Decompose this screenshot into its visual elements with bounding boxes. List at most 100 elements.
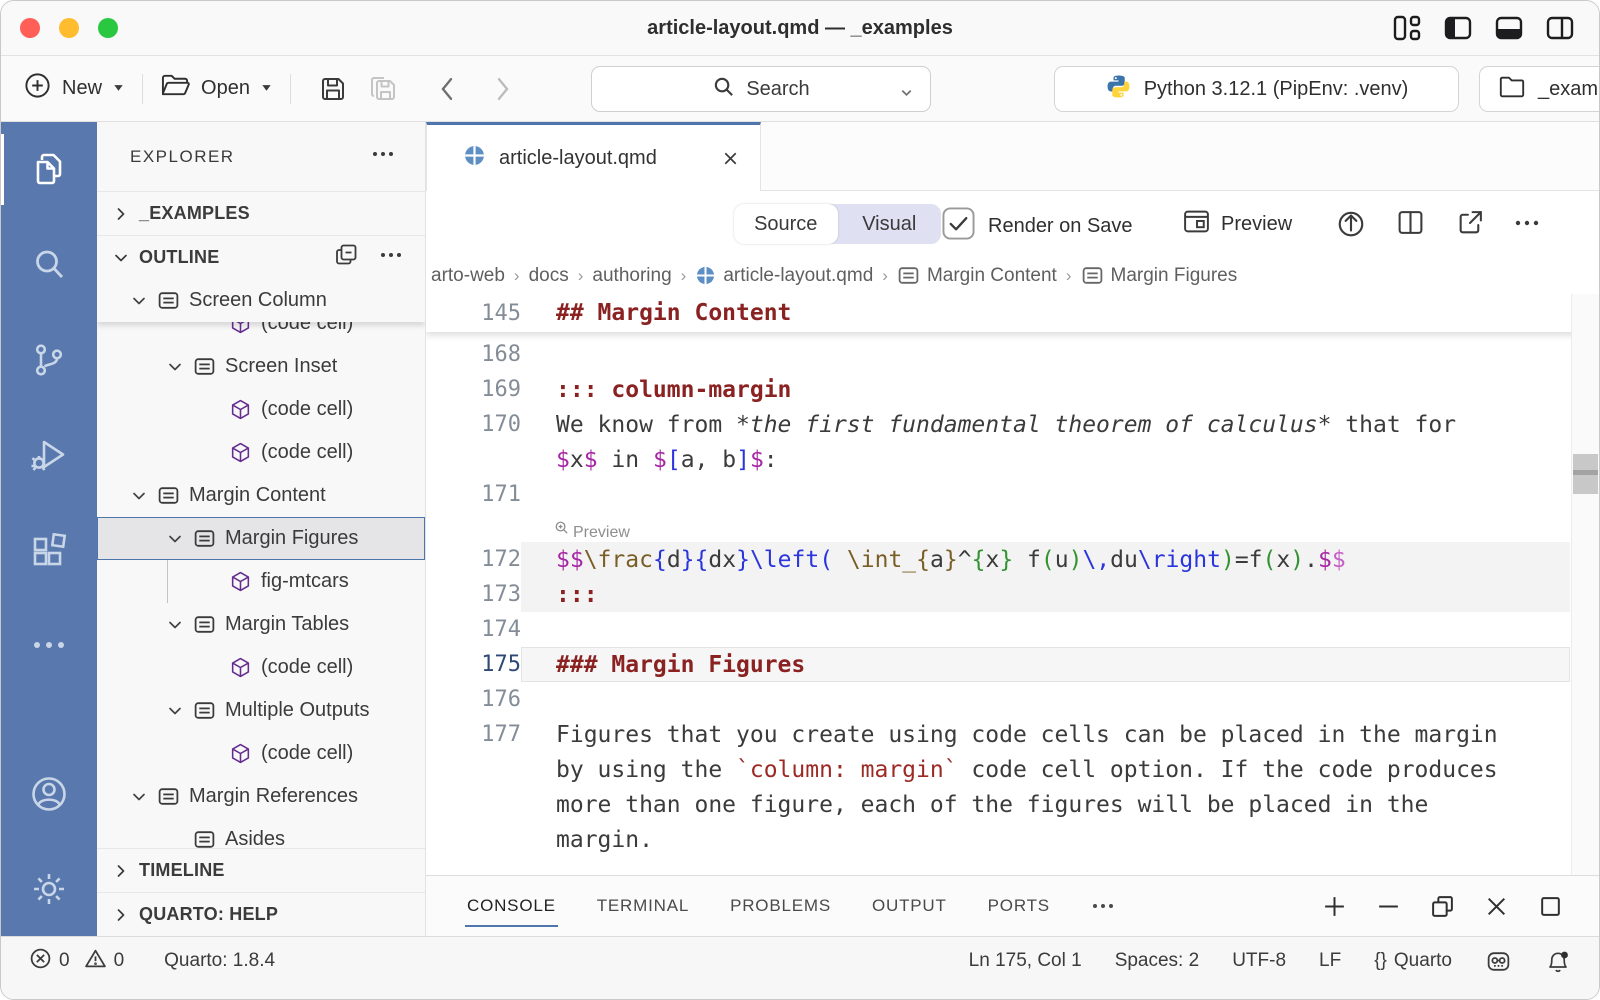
line-content[interactable]: by using the `column: margin` code cell …	[521, 752, 1570, 787]
line-content[interactable]: more than one figure, each of the figure…	[521, 787, 1570, 822]
outline-item-code-cell[interactable]: (code cell)	[97, 431, 425, 474]
outline-item-code-cell[interactable]: (code cell)	[97, 388, 425, 431]
settings-gear-icon[interactable]	[1, 841, 97, 936]
outline-item-fig-mtcars[interactable]: fig-mtcars	[97, 560, 425, 603]
outline-item-margin-references[interactable]: Margin References	[97, 775, 425, 818]
code-line-wrap[interactable]: margin.	[426, 822, 1599, 857]
line-content[interactable]: $$\frac{d}{dx}\left( \int_{a}^{x} f(u)\,…	[521, 542, 1570, 577]
outline-item-code-cell[interactable]: (code cell)	[97, 322, 425, 345]
tab-article-layout[interactable]: article-layout.qmd	[426, 122, 761, 191]
code-line-145[interactable]: 145## Margin Content	[426, 294, 820, 332]
sidebar-section-quarto-help[interactable]: QUARTO: HELP	[97, 892, 425, 936]
search-input[interactable]: Search	[591, 66, 931, 112]
panel-restore-icon[interactable]	[1430, 894, 1455, 919]
new-button[interactable]: New	[23, 71, 125, 106]
line-content[interactable]: $x$ in $[a, b]$:	[521, 442, 1570, 477]
back-icon[interactable]	[438, 74, 456, 104]
outline-item-margin-content[interactable]: Margin Content	[97, 474, 425, 517]
minimize-window-button[interactable]	[59, 18, 79, 38]
panel-close-icon[interactable]	[1484, 894, 1509, 919]
breadcrumb-item-docs[interactable]: docs	[529, 265, 569, 287]
chevron-down-icon[interactable]	[121, 789, 157, 805]
outline-item-multiple-outputs[interactable]: Multiple Outputs	[97, 689, 425, 732]
render-on-save-control[interactable]: Render on Save	[942, 207, 1133, 246]
sidebar-section-outline[interactable]: OUTLINE	[97, 235, 425, 279]
line-content[interactable]: We know from *the first fundamental theo…	[521, 407, 1570, 442]
line-content[interactable]	[521, 682, 1570, 717]
outline-item-asides[interactable]: Asides	[97, 818, 425, 848]
code-line-wrap[interactable]: by using the `column: margin` code cell …	[426, 752, 1599, 787]
outline-item-code-cell[interactable]: (code cell)	[97, 732, 425, 775]
panel-tab-problems[interactable]: PROBLEMS	[730, 876, 831, 936]
notifications-bell-icon[interactable]	[1545, 948, 1571, 975]
panel-minimize-icon[interactable]	[1376, 894, 1401, 919]
workspace-button[interactable]: _examples	[1479, 66, 1600, 112]
source-control-icon[interactable]	[1, 312, 97, 407]
feedback-smiley-icon[interactable]	[1485, 948, 1512, 975]
outline-item-screen-column[interactable]: Screen Column	[97, 279, 425, 322]
code-line-wrap[interactable]: $x$ in $[a, b]$:	[426, 442, 1599, 477]
save-icon[interactable]	[318, 74, 348, 104]
search-view-icon[interactable]	[1, 217, 97, 312]
panel-tab-console[interactable]: CONSOLE	[467, 876, 556, 936]
line-content[interactable]: :::	[521, 577, 1570, 612]
run-debug-icon[interactable]	[1, 407, 97, 502]
error-count[interactable]: 0	[29, 947, 70, 976]
line-content[interactable]: ## Margin Content	[521, 296, 791, 331]
panel-more-icon[interactable]	[1091, 894, 1115, 918]
publish-icon[interactable]	[1336, 208, 1366, 238]
eol-setting[interactable]: LF	[1319, 950, 1341, 972]
zoom-window-button[interactable]	[98, 18, 118, 38]
breadcrumb-item-authoring[interactable]: authoring	[592, 265, 671, 287]
chevron-down-icon[interactable]	[157, 617, 193, 633]
source-mode-button[interactable]: Source	[734, 204, 838, 244]
editor-more-icon[interactable]	[1514, 213, 1540, 233]
line-content[interactable]: Figures that you create using code cells…	[521, 717, 1570, 752]
open-button[interactable]: Open	[160, 71, 273, 106]
outline-item-margin-tables[interactable]: Margin Tables	[97, 603, 425, 646]
chevron-down-icon[interactable]	[157, 359, 193, 375]
toggle-left-panel-icon[interactable]	[1443, 13, 1473, 43]
editor-content[interactable]: 145## Margin Content 168169::: column-ma…	[426, 294, 1599, 875]
panel-maximize-icon[interactable]	[1538, 894, 1563, 919]
breadcrumb-item-margin-figures[interactable]: Margin Figures	[1081, 264, 1238, 287]
cursor-position[interactable]: Ln 175, Col 1	[969, 950, 1082, 972]
line-content[interactable]: ### Margin Figures	[521, 647, 1570, 682]
forward-icon[interactable]	[494, 74, 512, 104]
sidebar-section-examples[interactable]: _EXAMPLES	[97, 191, 425, 235]
visual-mode-button[interactable]: Visual	[838, 204, 942, 244]
line-content[interactable]: margin.	[521, 822, 1570, 857]
chevron-down-icon[interactable]	[157, 703, 193, 719]
breadcrumb-item-arto-web[interactable]: arto-web	[431, 265, 505, 287]
chevron-down-icon[interactable]	[121, 293, 157, 309]
warning-count[interactable]: 0	[84, 947, 125, 976]
sidebar-section-timeline[interactable]: TIMELINE	[97, 848, 425, 892]
code-line-171[interactable]: 171	[426, 477, 1599, 512]
breadcrumb-item-margin-content[interactable]: Margin Content	[897, 264, 1057, 287]
panel-tab-ports[interactable]: PORTS	[988, 876, 1050, 936]
code-line-176[interactable]: 176	[426, 682, 1599, 717]
chevron-down-icon[interactable]	[121, 488, 157, 504]
preview-codelens[interactable]: Preview	[426, 512, 1599, 542]
code-line-175[interactable]: 175### Margin Figures	[426, 647, 1599, 682]
tab-close-icon[interactable]	[721, 149, 740, 168]
line-content[interactable]: ::: column-margin	[521, 372, 1570, 407]
line-content[interactable]	[521, 477, 1570, 512]
line-content[interactable]	[521, 337, 1570, 372]
save-all-icon[interactable]	[368, 74, 400, 104]
preview-button[interactable]: Preview	[1182, 207, 1292, 242]
more-views-icon[interactable]	[1, 597, 97, 692]
outline-more-icon[interactable]	[379, 243, 403, 272]
line-content[interactable]	[521, 612, 1570, 647]
panel-tab-terminal[interactable]: TERMINAL	[597, 876, 689, 936]
indentation-setting[interactable]: Spaces: 2	[1115, 950, 1200, 972]
outline-item-screen-inset[interactable]: Screen Inset	[97, 345, 425, 388]
checkbox-checked-icon[interactable]	[942, 207, 975, 246]
toggle-right-panel-icon[interactable]	[1545, 13, 1575, 43]
code-line-174[interactable]: 174	[426, 612, 1599, 647]
split-editor-icon[interactable]	[1396, 208, 1425, 237]
explorer-icon[interactable]	[1, 122, 97, 217]
code-line-168[interactable]: 168	[426, 337, 1599, 372]
toggle-bottom-panel-icon[interactable]	[1494, 13, 1524, 43]
outline-item-margin-figures[interactable]: Margin Figures	[97, 517, 425, 560]
